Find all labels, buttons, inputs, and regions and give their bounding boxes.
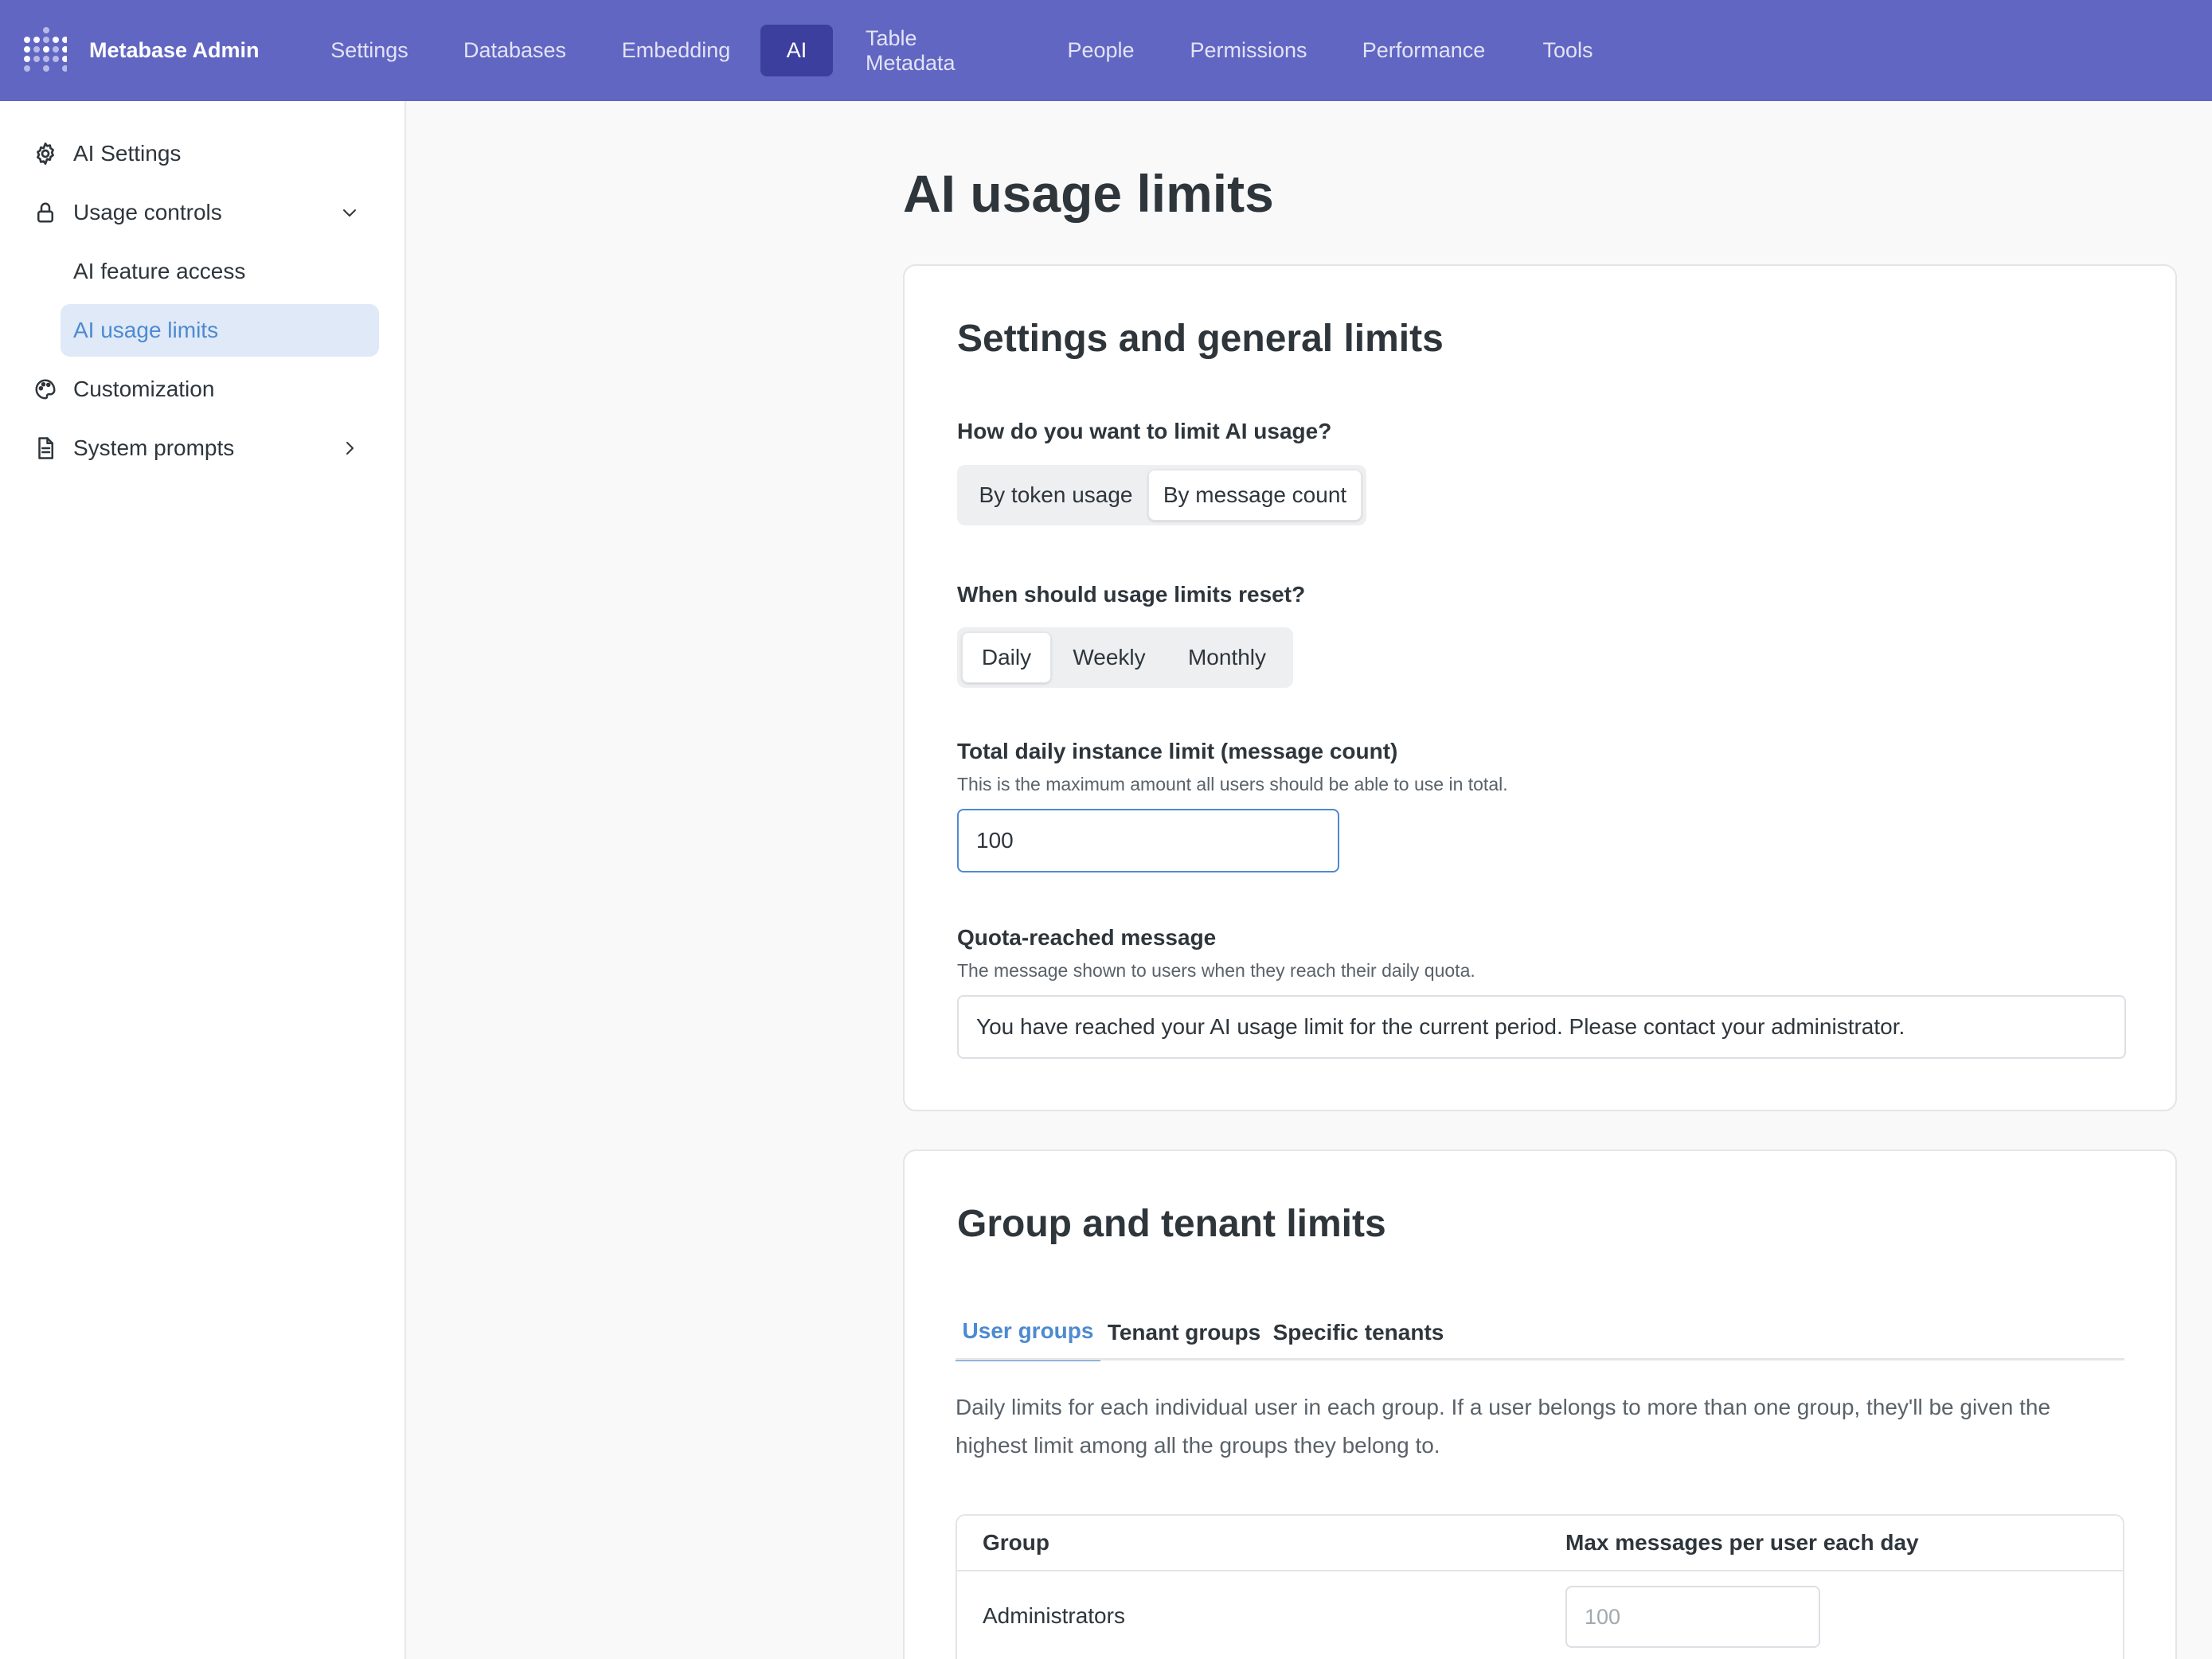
nav-tab-people[interactable]: People [1054, 25, 1147, 76]
tab-specific-tenants[interactable]: Specific tenants [1271, 1304, 1446, 1361]
sidebar-item-ai-usage-limits[interactable]: AI usage limits [61, 304, 379, 357]
quota-message-hint: The message shown to users when they rea… [957, 960, 1475, 981]
column-header-max-messages: Max messages per user each day [1565, 1530, 1919, 1555]
nav-tab-tools[interactable]: Tools [1528, 25, 1608, 76]
instance-limit-input[interactable] [957, 809, 1339, 872]
instance-limit-hint: This is the maximum amount all users sho… [957, 774, 1508, 794]
sidebar-item-ai-feature-access[interactable]: AI feature access [61, 245, 379, 298]
table-row-group-name: Administrators [983, 1603, 1125, 1628]
metabase-logo-icon[interactable] [22, 24, 67, 76]
group-limit-input[interactable] [1565, 1586, 1820, 1648]
sidebar-item-system-prompts[interactable]: System prompts [32, 422, 379, 474]
chevron-down-icon[interactable] [336, 199, 363, 226]
tab-divider [956, 1358, 2124, 1360]
column-header-group: Group [983, 1530, 1049, 1555]
nav-tab-embedding[interactable]: Embedding [607, 25, 745, 76]
nav-tab-settings[interactable]: Settings [316, 25, 423, 76]
gear-icon [32, 140, 59, 167]
palette-icon [32, 376, 59, 403]
instance-limit-label: Total daily instance limit (message coun… [957, 739, 1398, 763]
table-divider [957, 1570, 2123, 1571]
nav-tab-ai[interactable]: AI [760, 25, 833, 76]
reset-period-segmented-control: Daily Weekly Monthly [957, 627, 1293, 688]
sidebar-item-label: AI feature access [73, 259, 246, 283]
limit-type-label: How do you want to limit AI usage? [957, 419, 1332, 443]
option-daily[interactable]: Daily [962, 632, 1051, 683]
sidebar: AI Settings Usage controls AI feature ac… [0, 101, 406, 1659]
nav-tab-performance[interactable]: Performance [1349, 25, 1499, 76]
reset-period-label: When should usage limits reset? [957, 582, 1306, 607]
sidebar-item-label: AI Settings [73, 141, 182, 166]
section-title: Settings and general limits [957, 318, 1444, 360]
chevron-right-icon[interactable] [336, 435, 363, 462]
tab-tenant-groups[interactable]: Tenant groups [1107, 1304, 1261, 1361]
general-limits-card: Settings and general limits How do you w… [903, 264, 2177, 1111]
tab-user-groups[interactable]: User groups [956, 1304, 1100, 1361]
sidebar-item-label: AI usage limits [73, 318, 219, 342]
option-by-token-usage[interactable]: By token usage [962, 470, 1150, 521]
page-title: AI usage limits [903, 164, 1274, 223]
document-icon [32, 435, 59, 462]
sidebar-item-label: Customization [73, 377, 215, 401]
sidebar-item-label: Usage controls [73, 200, 222, 224]
option-weekly[interactable]: Weekly [1059, 632, 1159, 683]
lock-icon [32, 199, 59, 226]
sidebar-item-label: System prompts [73, 435, 235, 460]
nav-tab-table-metadata[interactable]: Table Metadata [851, 25, 1025, 76]
option-monthly[interactable]: Monthly [1167, 632, 1287, 683]
limit-type-segmented-control: By token usage By message count [957, 465, 1366, 525]
nav-tab-permissions[interactable]: Permissions [1177, 25, 1320, 76]
sidebar-item-ai-settings[interactable]: AI Settings [32, 127, 379, 180]
top-navigation: Metabase Admin Settings Databases Embedd… [0, 0, 2212, 101]
user-groups-description: Daily limits for each individual user in… [956, 1395, 2051, 1458]
nav-tab-databases[interactable]: Databases [450, 25, 580, 76]
quota-message-label: Quota-reached message [957, 925, 1217, 950]
group-limits-table: Group Max messages per user each day Adm… [956, 1514, 2124, 1659]
sidebar-item-customization[interactable]: Customization [32, 363, 379, 416]
sidebar-item-usage-controls[interactable]: Usage controls [32, 186, 379, 239]
app-brand: Metabase Admin [89, 38, 260, 62]
section-title: Group and tenant limits [957, 1203, 1386, 1245]
option-by-message-count[interactable]: By message count [1148, 470, 1362, 521]
quota-message-input[interactable] [957, 995, 2126, 1059]
